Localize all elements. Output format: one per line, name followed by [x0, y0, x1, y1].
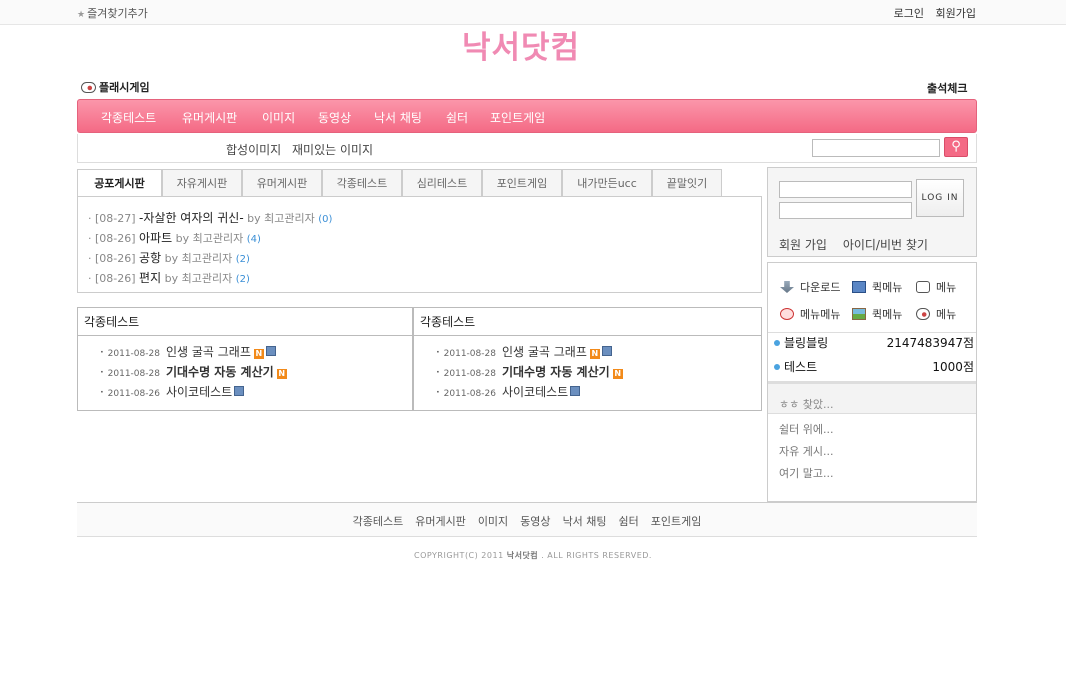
smiley-icon [780, 308, 794, 320]
tab-tests[interactable]: 각종테스트 [322, 169, 402, 197]
info-item[interactable]: 쉴터 위에... [779, 421, 833, 437]
footer-link[interactable]: 유머게시판 [415, 515, 466, 528]
speech-bubble-icon [916, 281, 930, 293]
disk-icon [234, 386, 245, 396]
quick-menu-item[interactable]: 퀵메뉴 [852, 306, 902, 322]
quick-menu-item[interactable]: 메뉴 [916, 306, 956, 322]
info-item[interactable]: 여기 말고... [779, 465, 833, 481]
footer-link[interactable]: 포인트게임 [651, 515, 702, 528]
login-box: LOG IN 회원 가입 아이디/비번 찾기 [767, 167, 977, 257]
bullet-icon [774, 364, 780, 370]
nav-item[interactable]: 유머게시판 [182, 109, 237, 126]
tab-post-list: · [08-27] -자살한 여자의 귀신- by 최고관리자 (0) · [0… [77, 196, 762, 293]
password-input[interactable] [779, 202, 912, 219]
search-input[interactable] [812, 139, 940, 157]
eyes-icon [916, 308, 930, 320]
board-row[interactable]: · 2011-08-28 기대수명 자동 계산기 N [100, 363, 287, 380]
login-link[interactable]: 로그인 [894, 7, 924, 20]
board-row[interactable]: · 2011-08-26 사이코테스트 [100, 383, 245, 400]
tab-point-game[interactable]: 포인트게임 [482, 169, 562, 197]
board-row[interactable]: · 2011-08-26 사이코테스트 [436, 383, 581, 400]
board-row[interactable]: · 2011-08-28 기대수명 자동 계산기 N [436, 363, 623, 380]
board-box-left: 각종테스트 · 2011-08-28 인생 굴곡 그래프 N · 2011-08-2… [77, 307, 413, 411]
favorite-link[interactable]: ★ 즐겨찾기추가 [77, 5, 148, 21]
save-icon [852, 281, 866, 293]
nav-item[interactable]: 동영상 [318, 109, 351, 126]
divider [768, 332, 976, 333]
list-item[interactable]: · [08-26] 편지 by 최고관리자 (2) [88, 269, 250, 286]
new-icon: N [612, 369, 623, 379]
flash-game-label: 플래시게임 [99, 81, 150, 94]
favorite-label: 즐겨찾기추가 [87, 7, 148, 20]
tab-horror[interactable]: 공포게시판 [77, 169, 162, 198]
footer-nav: 각종테스트 유머게시판 이미지 동영상 낙서 채팅 쉼터 포인트게임 [77, 502, 977, 537]
username-input[interactable] [779, 181, 912, 198]
attendance-link[interactable]: 출석체크 [927, 80, 967, 96]
join-link[interactable]: 회원 가입 [779, 238, 827, 252]
board-tabs: 공포게시판 자유게시판 유머게시판 각종테스트 심리테스트 포인트게임 내가만든… [77, 169, 762, 198]
new-icon: N [589, 349, 600, 359]
disk-icon [601, 346, 612, 356]
new-icon: N [276, 369, 287, 379]
quick-menu-box: 다운로드 퀵메뉴 메뉴 메뉴메뉴 퀵메뉴 메뉴 블링블링 2147483947점 … [767, 262, 977, 502]
quick-menu-item[interactable]: 다운로드 [780, 279, 840, 295]
info-box: ㅎㅎ 찾았... 쉴터 위에... 자유 게시... 여기 말고... [768, 381, 976, 501]
footer-link[interactable]: 동영상 [520, 515, 550, 528]
nav-item[interactable]: 포인트게임 [490, 109, 545, 126]
nav-item[interactable]: 각종테스트 [101, 109, 156, 126]
board-row[interactable]: · 2011-08-28 인생 굴곡 그래프 N [436, 343, 612, 360]
nav-item[interactable]: 낙서 채팅 [374, 109, 422, 126]
disk-icon [265, 346, 276, 356]
list-item[interactable]: · [08-27] -자살한 여자의 귀신- by 최고관리자 (0) [88, 209, 332, 226]
list-item[interactable]: · [08-26] 공항 by 최고관리자 (2) [88, 249, 250, 266]
copyright: COPYRIGHT(C) 2011 낙서닷컴 . ALL RIGHTS RESE… [414, 551, 652, 560]
star-icon: ★ [77, 10, 86, 20]
footer-link[interactable]: 쉼터 [619, 515, 639, 528]
nav-item[interactable]: 이미지 [262, 109, 295, 126]
info-head[interactable]: ㅎㅎ 찾았... [768, 384, 976, 414]
sub-nav: 합성이미지 재미있는 이미지 ⚲ [77, 134, 977, 163]
nav-item[interactable]: 쉼터 [446, 109, 468, 126]
join-link[interactable]: 회원가입 [936, 7, 976, 20]
board-box-right: 각종테스트 · 2011-08-28 인생 굴곡 그래프 N · 2011-08-2… [413, 307, 762, 411]
ranking-row[interactable]: 테스트 1000점 [774, 358, 974, 375]
tab-free[interactable]: 자유게시판 [162, 169, 242, 197]
board-title[interactable]: 각종테스트 [78, 308, 412, 336]
new-icon: N [253, 349, 264, 359]
ranking-row[interactable]: 블링블링 2147483947점 [774, 334, 974, 351]
picture-icon [852, 308, 866, 320]
download-icon [780, 281, 794, 293]
footer-link[interactable]: 각종테스트 [353, 515, 404, 528]
list-item[interactable]: · [08-26] 아파트 by 최고관리자 (4) [88, 229, 261, 246]
quick-menu-item[interactable]: 퀵메뉴 [852, 279, 902, 295]
search-icon: ⚲ [951, 139, 961, 154]
bullet-icon [774, 340, 780, 346]
tab-word-chain[interactable]: 끝말잇기 [652, 169, 722, 197]
eyes-icon [81, 82, 96, 93]
quick-menu-item[interactable]: 메뉴 [916, 279, 956, 295]
flash-game-link[interactable]: 플래시게임 [81, 79, 150, 95]
board-title[interactable]: 각종테스트 [414, 308, 761, 336]
tab-psych[interactable]: 심리테스트 [402, 169, 482, 197]
info-item[interactable]: 자유 게시... [779, 443, 833, 459]
login-button[interactable]: LOG IN [916, 179, 964, 217]
main-nav: 각종테스트 유머게시판 이미지 동영상 낙서 채팅 쉼터 포인트게임 [77, 99, 977, 133]
top-links: 로그인 회원가입 [886, 5, 976, 21]
subnav-item[interactable]: 합성이미지 [226, 141, 281, 158]
subnav-item[interactable]: 재미있는 이미지 [292, 141, 373, 158]
footer-link[interactable]: 이미지 [478, 515, 508, 528]
site-logo[interactable]: 낙서닷컴 [462, 22, 580, 67]
tab-ucc[interactable]: 내가만든ucc [562, 169, 652, 197]
quick-menu-item[interactable]: 메뉴메뉴 [780, 306, 840, 322]
login-links: 회원 가입 아이디/비번 찾기 [779, 236, 940, 253]
footer-link[interactable]: 낙서 채팅 [563, 515, 607, 528]
find-account-link[interactable]: 아이디/비번 찾기 [843, 238, 928, 252]
disk-icon [570, 386, 581, 396]
board-row[interactable]: · 2011-08-28 인생 굴곡 그래프 N [100, 343, 276, 360]
tab-humor[interactable]: 유머게시판 [242, 169, 322, 197]
search-button[interactable]: ⚲ [944, 137, 968, 157]
